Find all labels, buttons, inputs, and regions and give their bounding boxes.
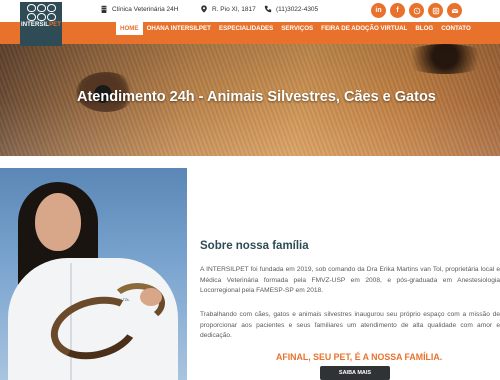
social-links: in f (371, 3, 462, 18)
logo-text: INTERSILPET (20, 22, 62, 28)
about-paragraph-1: A INTERSILPET foi fundada em 2019, sob c… (200, 266, 500, 294)
map-pin-icon (201, 5, 207, 13)
about-title: Sobre nossa família (200, 240, 309, 252)
building-icon (101, 5, 107, 13)
logo-tagline: Seu pet, nossa família. (20, 38, 62, 43)
saiba-mais-button[interactable]: SAIBA MAIS (320, 366, 390, 380)
email-icon[interactable] (447, 3, 462, 18)
hero-banner: Atendimento 24h - Animais Silvestres, Cã… (0, 44, 500, 156)
main-nav: HOME OHANA INTERSILPET ESPECIALIDADES SE… (0, 22, 500, 44)
about-tagline: AFINAL, SEU PET, É A NOSSA FAMÍLIA. (276, 352, 443, 362)
contact-address: R. Pio XI, 1817 (200, 5, 256, 13)
linkedin-icon[interactable]: in (371, 3, 386, 18)
contact-phone[interactable]: (11)3022-4305 (264, 5, 318, 13)
logo-paws (26, 4, 56, 21)
nav-feira-adocao[interactable]: FEIRA DE ADOÇÃO VIRTUAL (317, 22, 411, 35)
phone-icon (264, 5, 272, 13)
nav-ohana[interactable]: OHANA INTERSILPET (143, 22, 215, 35)
whatsapp-icon[interactable] (409, 3, 424, 18)
phone-label: (11)3022-4305 (276, 5, 319, 13)
address-label: R. Pio XI, 1817 (212, 5, 256, 13)
contact-clinic: Clínica Veterinária 24H (100, 5, 178, 13)
vet-photo: Dra. ERIKA VAN TOL (0, 168, 187, 380)
hero-title: Atendimento 24h - Animais Silvestres, Cã… (77, 89, 436, 105)
nav-contato[interactable]: CONTATO (437, 22, 475, 35)
photo-face (35, 193, 81, 251)
nav-home[interactable]: HOME (116, 22, 143, 35)
photo-hand (140, 288, 162, 306)
about-paragraph-2: Trabalhando com cães, gatos e animais si… (200, 311, 500, 339)
instagram-icon[interactable] (428, 3, 443, 18)
page: INTERSILPET Seu pet, nossa família. Clín… (0, 0, 500, 380)
facebook-icon[interactable]: f (390, 3, 405, 18)
nav-blog[interactable]: BLOG (411, 22, 437, 35)
nav-servicos[interactable]: SERVIÇOS (277, 22, 317, 35)
nav-especialidades[interactable]: ESPECIALIDADES (215, 22, 277, 35)
clinic-label: Clínica Veterinária 24H (112, 5, 179, 13)
top-bar: INTERSILPET Seu pet, nossa família. Clín… (0, 0, 500, 46)
